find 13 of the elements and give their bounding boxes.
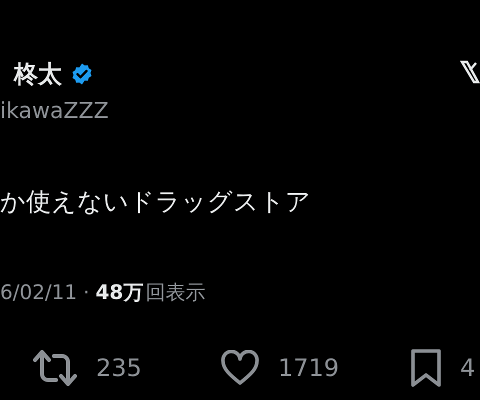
- post-date[interactable]: 6/02/11: [0, 280, 78, 304]
- view-count: 48万回表示: [95, 279, 206, 306]
- post-text: か使えないドラッグストア: [0, 186, 312, 218]
- author-handle[interactable]: ikawaZZZ: [0, 96, 480, 128]
- x-logo-icon[interactable]: [460, 60, 480, 86]
- repost-count: 235: [96, 354, 142, 382]
- like-count: 1719: [278, 354, 340, 382]
- author-name: 柊太: [14, 59, 62, 90]
- heart-icon[interactable]: [220, 350, 260, 386]
- bookmark-count: 4: [460, 354, 476, 382]
- bookmark-icon[interactable]: [410, 348, 442, 388]
- repost-icon[interactable]: [32, 348, 78, 388]
- separator-dot: ·: [83, 280, 90, 304]
